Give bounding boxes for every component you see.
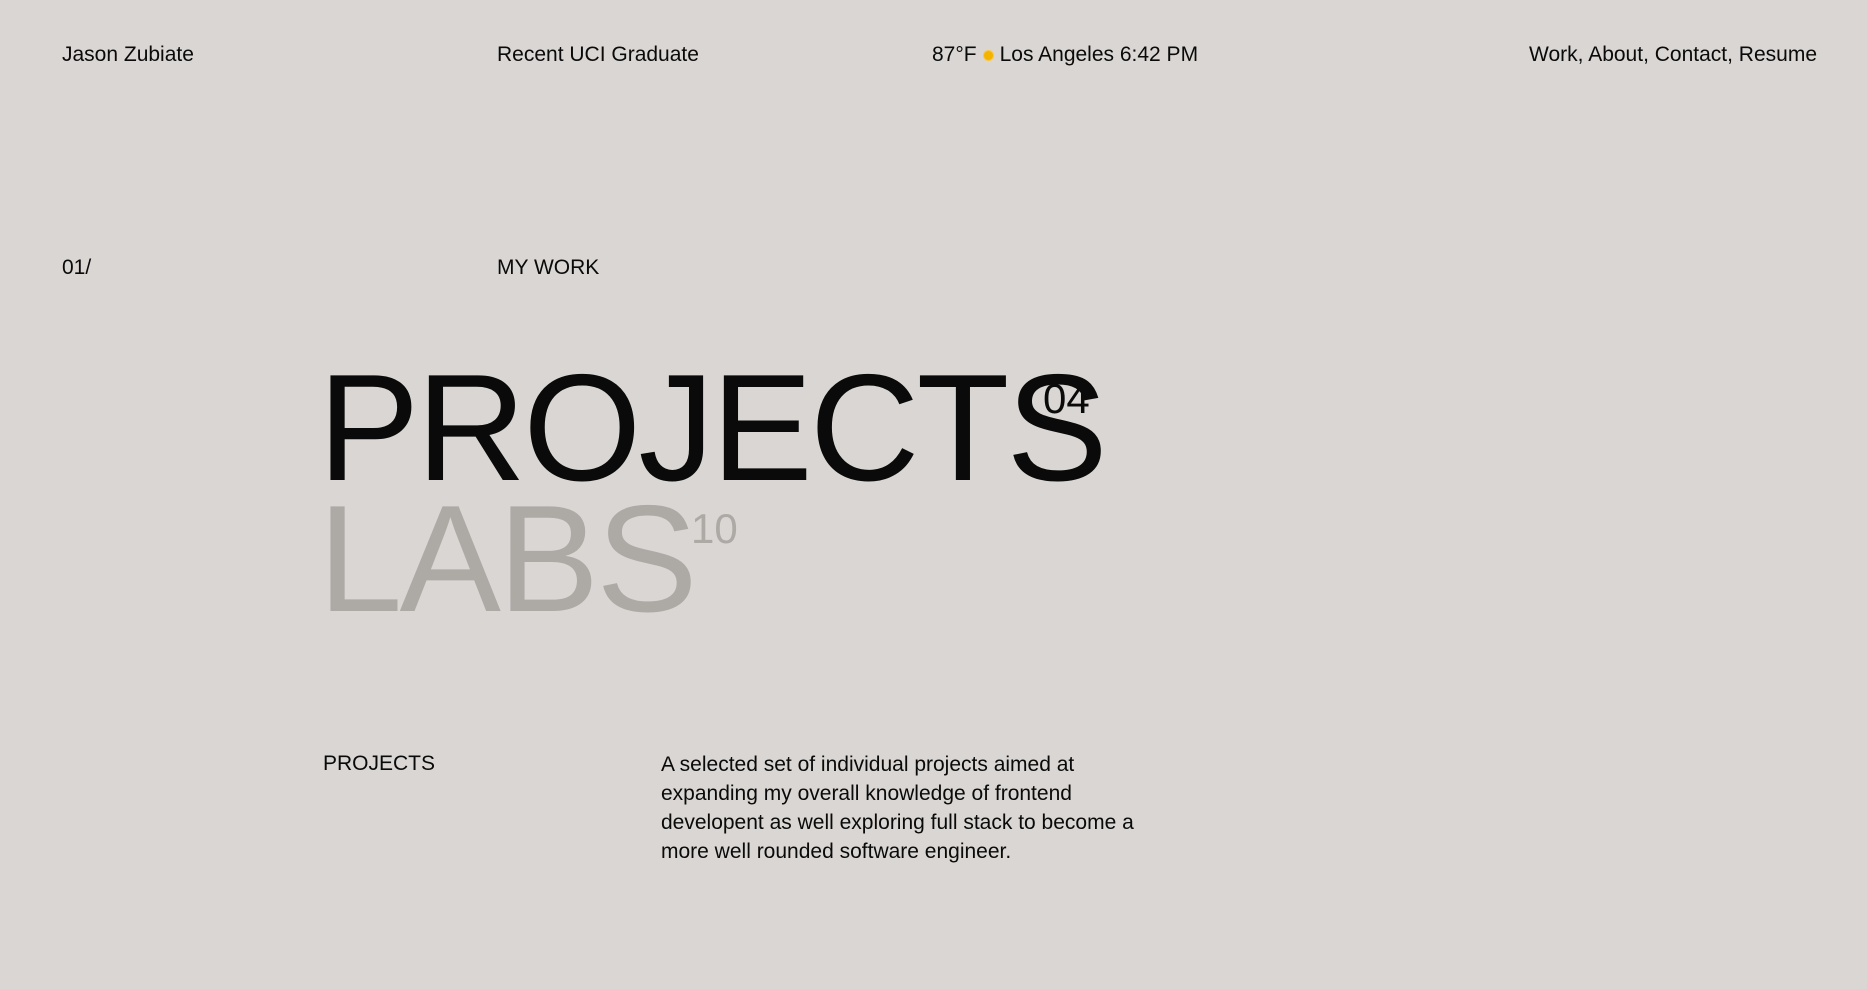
nav-link-resume[interactable]: Resume bbox=[1739, 43, 1817, 66]
weather-widget: 87°F Los Angeles 6:42 PM bbox=[932, 41, 1198, 69]
detail-label: PROJECTS bbox=[323, 752, 436, 775]
portfolio-page: Jason Zubiate Recent UCI Graduate 87°F L… bbox=[0, 0, 1867, 989]
nav-separator: , bbox=[1643, 43, 1655, 66]
section-title: MY WORK bbox=[497, 256, 600, 279]
category-labs-heading[interactable]: LABS bbox=[318, 483, 698, 635]
nav-link-work[interactable]: Work bbox=[1529, 43, 1578, 66]
section-number: 01/ bbox=[62, 256, 92, 279]
category-projects-count: 04 bbox=[1043, 375, 1090, 422]
nav-separator: , bbox=[1577, 43, 1589, 66]
location-time: Los Angeles 6:42 PM bbox=[999, 43, 1199, 66]
sun-icon bbox=[980, 47, 997, 64]
site-owner-name: Jason Zubiate bbox=[62, 43, 194, 66]
detail-description: A selected set of individual projects ai… bbox=[661, 753, 1134, 863]
nav-link-about[interactable]: About bbox=[1588, 43, 1643, 66]
nav-separator: , bbox=[1727, 43, 1739, 66]
nav-link-contact[interactable]: Contact bbox=[1655, 43, 1727, 66]
category-labs-count: 10 bbox=[691, 505, 738, 552]
main-nav: Work, About, Contact, Resume bbox=[1529, 41, 1817, 69]
temperature: 87°F bbox=[932, 43, 977, 66]
tagline: Recent UCI Graduate bbox=[497, 43, 699, 66]
